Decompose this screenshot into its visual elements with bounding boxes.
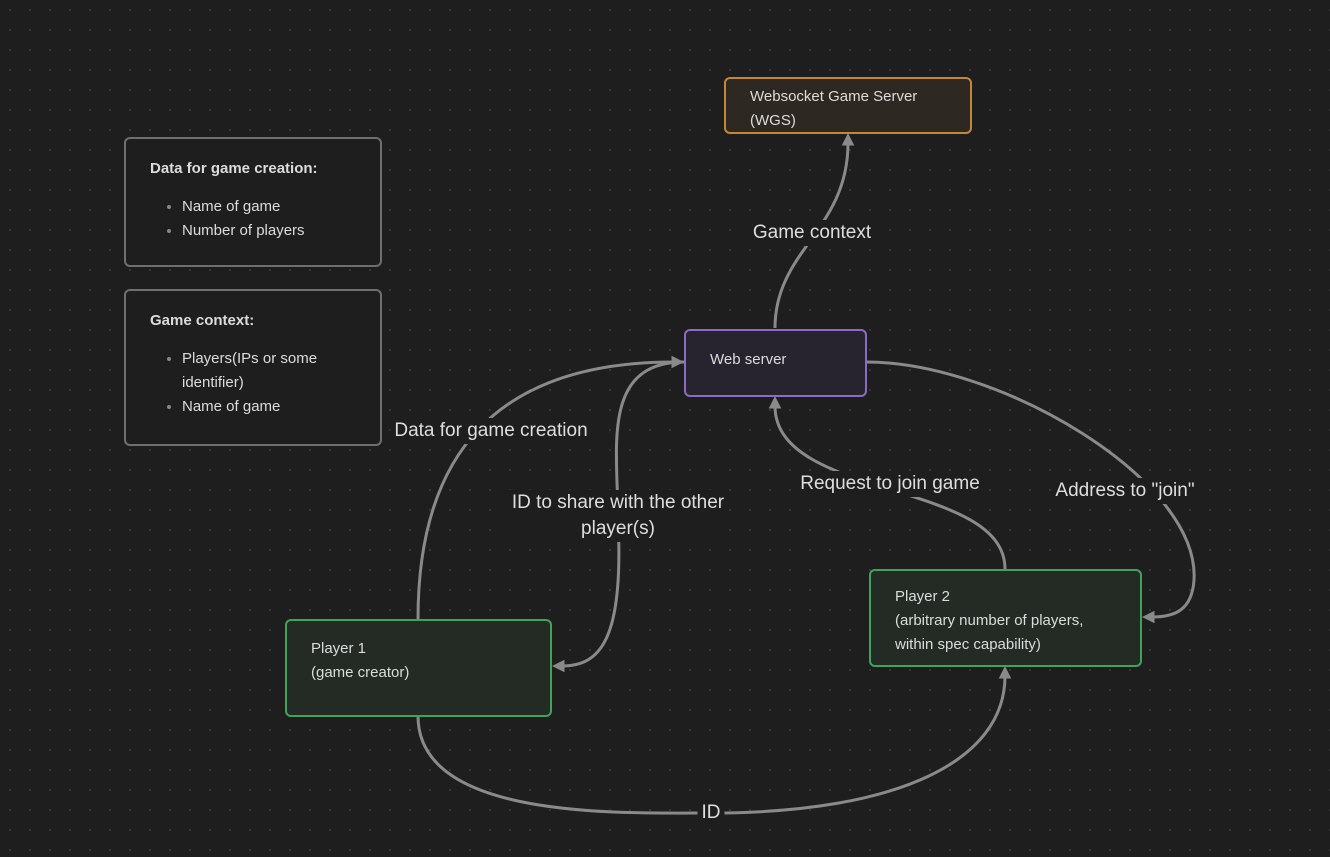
edge-label: Data for game creation — [390, 418, 592, 444]
note-title: Game context: — [150, 312, 255, 329]
node-label: Player 2 (arbitrary number of players, w… — [895, 588, 1084, 653]
edge-label: Request to join game — [796, 471, 984, 497]
note-item: Number of players — [182, 219, 356, 243]
note-data-for-game-creation[interactable]: Data for game creation: Name of game Num… — [124, 137, 382, 267]
node-web-server[interactable]: Web server — [684, 329, 867, 397]
node-player1[interactable]: Player 1 (game creator) — [285, 619, 552, 717]
note-game-context[interactable]: Game context: Players(IPs or some identi… — [124, 289, 382, 446]
edge-label: Address to "join" — [1051, 478, 1199, 504]
node-wgs[interactable]: Websocket Game Server (WGS) — [724, 77, 972, 134]
edge-label: ID — [697, 800, 725, 826]
node-label: Player 1 (game creator) — [311, 640, 410, 681]
note-item: Name of game — [182, 395, 356, 419]
edge-label: ID to share with the other player(s) — [507, 490, 729, 542]
node-label: Websocket Game Server (WGS) — [750, 88, 918, 129]
node-label: Web server — [710, 351, 787, 368]
note-item: Players(IPs or some identifier) — [182, 347, 356, 395]
node-player2[interactable]: Player 2 (arbitrary number of players, w… — [869, 569, 1142, 667]
note-item: Name of game — [182, 195, 356, 219]
note-title: Data for game creation: — [150, 160, 318, 177]
edge-label: Game context — [748, 220, 876, 246]
